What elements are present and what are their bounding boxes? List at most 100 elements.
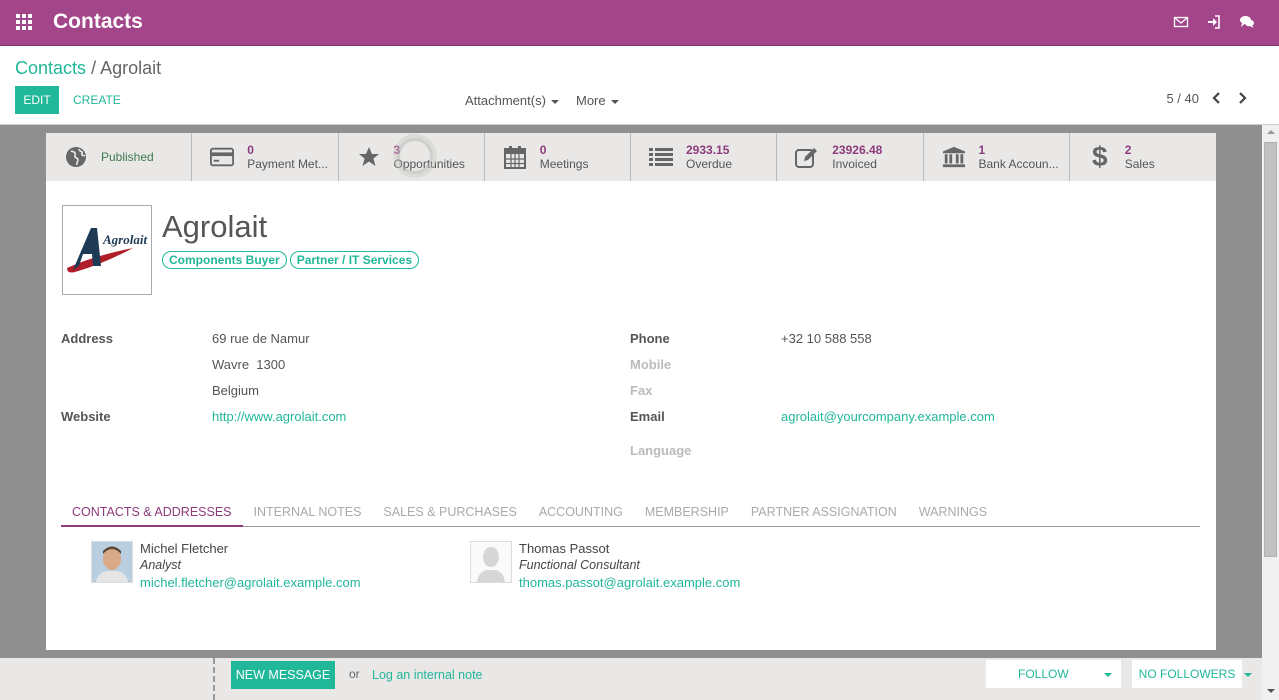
bank-accounts-label: Bank Accoun... <box>978 156 1059 171</box>
tag-partner-it-services[interactable]: Partner / IT Services <box>289 251 420 269</box>
invoiced-amount: 23926.48 <box>832 142 883 157</box>
payment-methods-label: Payment Met... <box>247 156 328 171</box>
contact-email[interactable]: thomas.passot@agrolait.example.com <box>519 573 740 592</box>
chevron-left-icon <box>1212 92 1220 104</box>
chevron-right-icon <box>1239 92 1247 104</box>
sign-in-icon[interactable] <box>1206 14 1222 30</box>
fax-label: Fax <box>630 383 653 398</box>
globe-icon <box>64 145 88 169</box>
website-link[interactable]: http://www.agrolait.com <box>212 409 346 424</box>
attachments-dropdown[interactable]: Attachment(s) <box>465 93 559 108</box>
sales-count: 2 <box>1124 142 1132 157</box>
contact-function: Functional Consultant <box>519 558 640 572</box>
bank-accounts-button[interactable]: 1 Bank Accoun... <box>924 133 1070 181</box>
contact-name: Thomas Passot <box>519 541 610 556</box>
edit-button[interactable]: EDIT <box>15 86 59 114</box>
list-icon <box>649 145 673 169</box>
scroll-thumb[interactable] <box>1264 142 1277 557</box>
payment-methods-button[interactable]: 0 Payment Met... <box>192 133 339 181</box>
more-label: More <box>576 93 606 108</box>
comments-icon[interactable] <box>1239 14 1255 30</box>
language-label: Language <box>630 443 692 458</box>
follow-button[interactable]: FOLLOW <box>986 660 1121 688</box>
payment-methods-count: 0 <box>247 142 254 157</box>
app-title: Contacts <box>53 10 143 33</box>
opportunities-button[interactable]: 3 Opportunities <box>339 133 485 181</box>
email-link[interactable]: agrolait@yourcompany.example.com <box>781 409 995 424</box>
scroll-down-icon[interactable] <box>1267 689 1275 693</box>
sales-button[interactable]: $ 2 Sales <box>1070 133 1216 181</box>
mobile-label: Mobile <box>630 357 672 372</box>
breadcrumb-contacts-link[interactable]: Contacts <box>15 58 86 78</box>
caret-down-icon <box>550 99 559 104</box>
tab-membership[interactable]: MEMBERSHIP <box>634 503 740 527</box>
published-button[interactable]: Published <box>46 133 193 181</box>
breadcrumb: Contacts / Agrolait <box>15 58 161 79</box>
street-value: 69 rue de Namur <box>212 331 310 346</box>
sales-label: Sales <box>1124 156 1155 171</box>
tag-components-buyer[interactable]: Components Buyer <box>162 251 287 269</box>
pager-previous-button[interactable] <box>1211 91 1221 108</box>
logo-text: Agrolait <box>102 232 147 247</box>
chatter-bar: NEW MESSAGE or Log an internal note FOLL… <box>0 658 1262 700</box>
bank-icon <box>942 145 966 169</box>
scrollbar[interactable] <box>1262 125 1279 700</box>
log-note-link[interactable]: Log an internal note <box>372 668 483 682</box>
website-label: Website <box>61 409 111 424</box>
partner-logo[interactable]: Agrolait <box>62 205 152 295</box>
control-panel: Contacts / Agrolait EDIT CREATE Attachme… <box>0 46 1279 125</box>
pager-next-button[interactable] <box>1238 91 1248 108</box>
bank-accounts-count: 1 <box>978 142 986 157</box>
edit-icon <box>795 145 819 169</box>
create-button[interactable]: CREATE <box>73 93 121 107</box>
chatter-divider <box>213 658 215 700</box>
caret-down-icon[interactable] <box>1104 673 1112 677</box>
more-dropdown[interactable]: More <box>576 93 619 108</box>
pager-value[interactable]: 5 / 40 <box>1166 91 1199 106</box>
published-label: Published <box>101 150 154 164</box>
contact-card[interactable]: Thomas Passot Functional Consultant thom… <box>470 541 740 592</box>
or-text: or <box>349 667 360 681</box>
invoiced-label: Invoiced <box>832 156 877 171</box>
new-message-button[interactable]: NEW MESSAGE <box>231 661 335 689</box>
loading-ripple <box>396 138 433 174</box>
phone-label: Phone <box>630 331 670 346</box>
avatar <box>91 541 133 583</box>
tab-warnings[interactable]: WARNINGS <box>908 503 998 527</box>
form-sheet: Published 0 Payment Met... 3 Opportunities… <box>46 133 1216 650</box>
country-value: Belgium <box>212 383 259 398</box>
apps-menu-icon[interactable] <box>16 14 33 31</box>
smart-button-box: Published 0 Payment Met... 3 Opportunities… <box>46 133 1216 181</box>
partner-name: Agrolait <box>162 209 268 244</box>
meetings-label: Meetings <box>539 156 589 171</box>
envelope-icon[interactable] <box>1173 14 1189 30</box>
contact-function: Analyst <box>140 558 181 572</box>
category-tags: Components Buyer Partner / IT Services <box>162 251 420 269</box>
contact-email[interactable]: michel.fletcher@agrolait.example.com <box>140 573 361 592</box>
breadcrumb-separator: / <box>91 58 97 78</box>
contact-card[interactable]: Michel Fletcher Analyst michel.fletcher@… <box>91 541 361 592</box>
credit-card-icon <box>210 145 235 169</box>
calendar-icon <box>503 145 527 169</box>
tab-sales-purchases[interactable]: SALES & PURCHASES <box>372 503 527 527</box>
address-label: Address <box>61 331 114 346</box>
meetings-count: 0 <box>539 142 547 157</box>
overdue-label: Overdue <box>686 156 733 171</box>
invoiced-button[interactable]: 23926.48 Invoiced <box>777 133 924 181</box>
followers-label: NO FOLLOWERS <box>1138 667 1236 681</box>
tab-internal-notes[interactable]: INTERNAL NOTES <box>243 503 373 527</box>
meetings-button[interactable]: 0 Meetings <box>485 133 631 181</box>
tab-accounting[interactable]: ACCOUNTING <box>528 503 634 527</box>
scroll-up-icon[interactable] <box>1267 130 1275 134</box>
email-label: Email <box>630 409 665 424</box>
overdue-amount: 2933.15 <box>686 142 730 157</box>
phone-value: +32 10 588 558 <box>781 331 872 346</box>
tab-partner-assignation[interactable]: PARTNER ASSIGNATION <box>740 503 908 527</box>
followers-caret-icon[interactable] <box>1244 673 1252 677</box>
top-navbar: Contacts <box>0 0 1279 46</box>
tab-contacts-addresses[interactable]: CONTACTS & ADDRESSES <box>61 503 243 527</box>
notebook-tabs: CONTACTS & ADDRESSES INTERNAL NOTES SALE… <box>61 503 1200 527</box>
followers-button[interactable]: NO FOLLOWERS <box>1132 660 1242 688</box>
city-zip-value: Wavre 1300 <box>212 357 286 372</box>
overdue-button[interactable]: 2933.15 Overdue <box>631 133 778 181</box>
